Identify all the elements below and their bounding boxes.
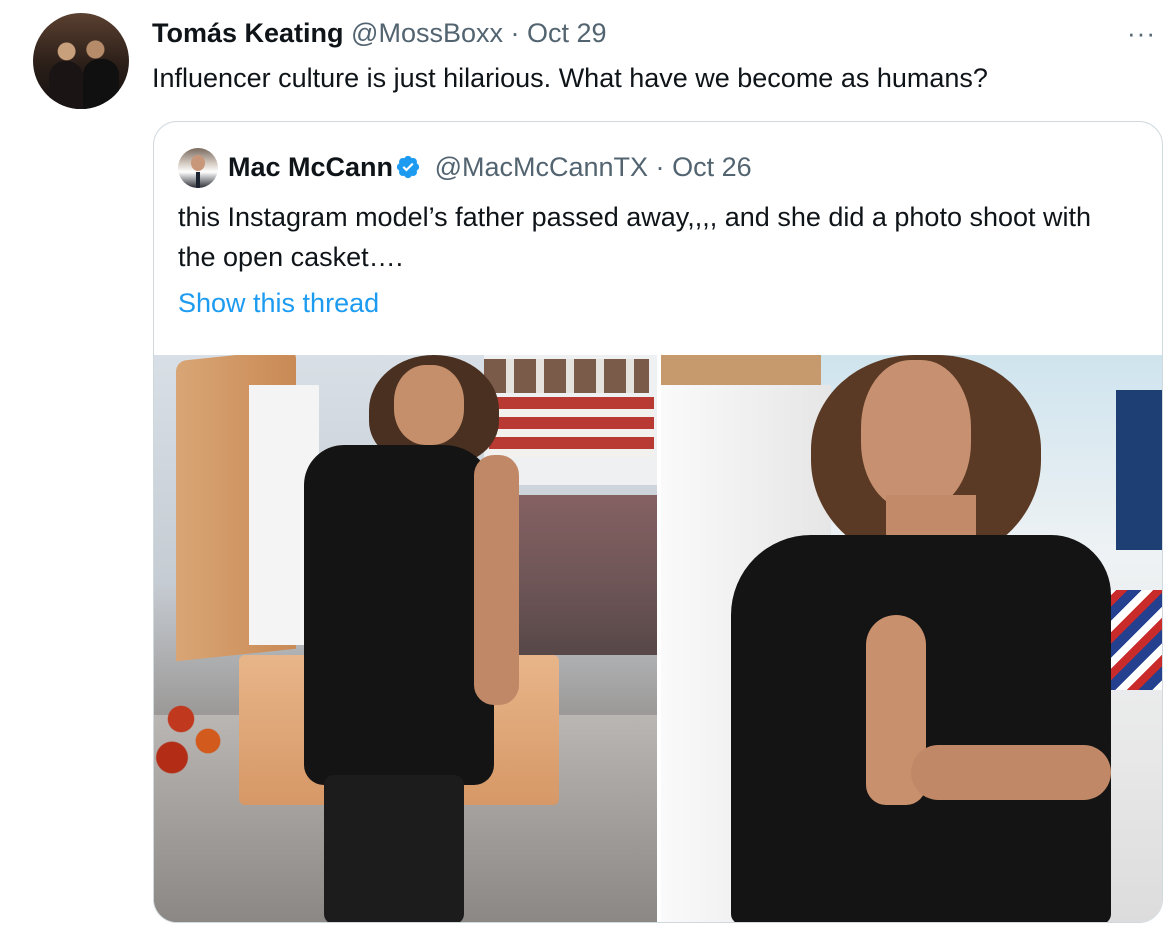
avatar-face [191,155,205,171]
model-legs [324,775,464,922]
tweet-date[interactable]: Oct 29 [527,18,607,48]
photo-left[interactable] [154,355,657,922]
avatar-person-left [49,61,83,109]
avatar-person-right [83,59,119,109]
quoted-author-name[interactable]: Mac McCann [228,152,393,182]
wall-shelf [489,397,654,457]
quoted-tweet-date[interactable]: Oct 26 [672,152,752,182]
model-arm [474,455,519,705]
model-face [861,360,971,510]
avatar-tie [196,172,200,188]
author-avatar[interactable] [33,13,129,109]
quoted-tweet-header: Mac McCann @MacMcCannTX · Oct 26 [228,150,752,188]
quoted-author-avatar[interactable] [178,148,218,188]
door [1116,390,1162,550]
quoted-tweet-card[interactable]: Mac McCann @MacMcCannTX · Oct 26 this In… [153,121,1163,923]
model-face [394,365,464,445]
author-name[interactable]: Tomás Keating [152,18,344,48]
flowers [154,675,244,785]
quoted-header-separator: · [655,152,665,182]
model-forearm [911,745,1111,800]
quoted-author-handle[interactable]: @MacMcCannTX [435,152,648,182]
model-dress [304,445,494,785]
more-options-icon[interactable]: ··· [1127,18,1156,48]
quoted-tweet-text: this Instagram model’s father passed awa… [178,202,1092,272]
tweet-text: Influencer culture is just hilarious. Wh… [152,63,988,93]
verified-badge-icon [395,154,421,188]
tables-area [514,495,657,655]
author-handle[interactable]: @MossBoxx [351,18,503,48]
tweet-header: Tomás Keating @MossBoxx · Oct 29 [152,16,607,50]
wall-portraits [484,359,649,393]
photo-right[interactable] [661,355,1162,922]
header-separator: · [510,18,520,48]
show-thread-link[interactable]: Show this thread [178,286,379,320]
casket-wood [661,355,821,385]
